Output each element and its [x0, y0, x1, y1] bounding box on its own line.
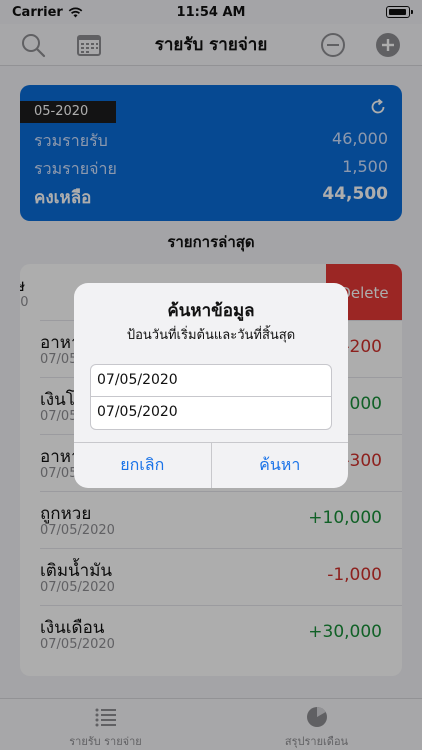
dialog-buttons: ยกเลิก ค้นหา [74, 442, 348, 488]
search-button[interactable]: ค้นหา [210, 443, 349, 488]
start-date-field[interactable]: 07/05/2020 [90, 364, 332, 397]
search-dialog: ค้นหาข้อมูล ป้อนวันที่เริ่มต้นและวันที่ส… [74, 283, 348, 488]
dialog-message: ป้อนวันที่เริ่มต้นและวันที่สิ้นสุด [126, 328, 296, 343]
dialog-title: ค้นหาข้อมูล [167, 301, 255, 321]
end-date-field[interactable]: 07/05/2020 [90, 397, 332, 430]
cancel-button[interactable]: ยกเลิก [74, 443, 211, 488]
